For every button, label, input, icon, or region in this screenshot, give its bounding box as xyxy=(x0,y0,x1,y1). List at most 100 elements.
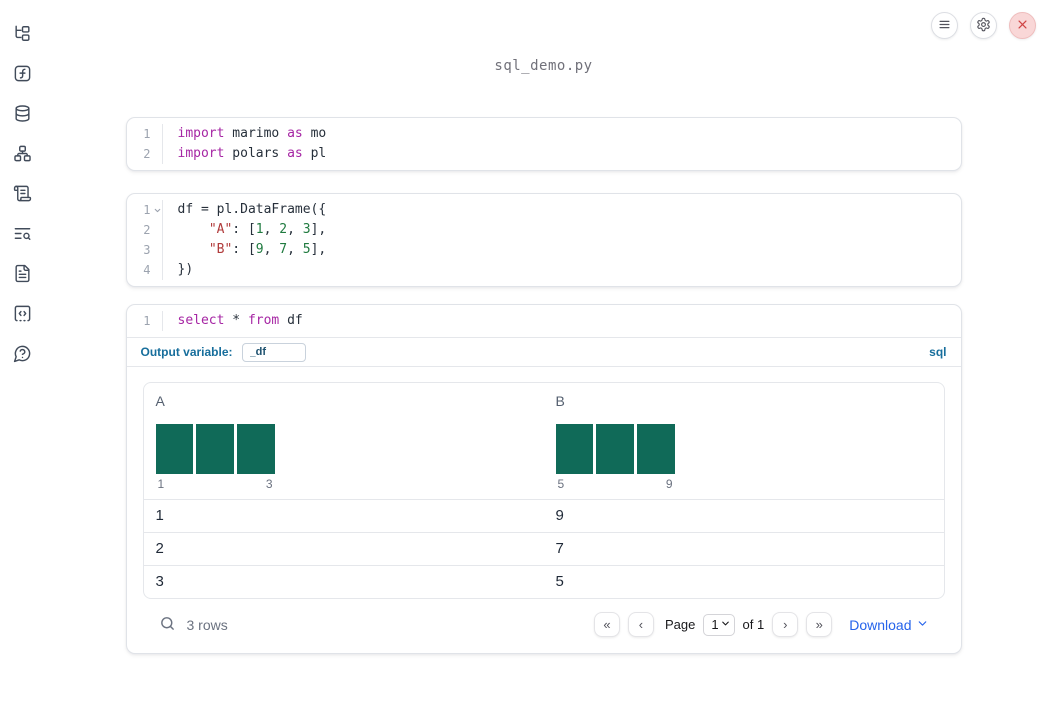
table-row: 19 xyxy=(143,499,944,532)
code-line[interactable]: 1 select * from df xyxy=(127,311,961,331)
sidebar-item-help[interactable] xyxy=(11,344,33,366)
column-name[interactable]: B xyxy=(556,393,565,409)
page-of-label: of 1 xyxy=(742,617,765,632)
file-tree-icon xyxy=(13,24,32,46)
database-icon xyxy=(13,104,32,126)
page-number-value: 1 xyxy=(711,617,719,632)
table-search-button[interactable] xyxy=(159,615,176,635)
table-cell: 9 xyxy=(555,507,564,524)
column-histogram[interactable] xyxy=(155,424,275,474)
line-number: 1 xyxy=(127,124,163,144)
sidebar-item-datasources[interactable] xyxy=(11,104,33,126)
table-cell: 1 xyxy=(155,507,164,524)
cell-dataframe: 1 df = pl.DataFrame({ 2 "A": [1, 2, 3], 3 "… xyxy=(125,193,962,287)
document-icon xyxy=(13,264,32,286)
sidebar-item-documentation[interactable] xyxy=(11,264,33,286)
cell-imports: 1 import marimo as mo 2 import polars as pl xyxy=(125,117,962,171)
table-row: 27 xyxy=(143,532,944,565)
list-search-icon xyxy=(13,224,32,246)
previous-page-button[interactable]: ‹ xyxy=(627,612,654,637)
histogram-bar[interactable] xyxy=(155,424,194,474)
fold-chevron-icon[interactable] xyxy=(153,206,162,215)
code-line[interactable]: 1 import marimo as mo xyxy=(127,124,961,144)
code-text: import marimo as mo xyxy=(177,126,327,141)
table-cell: 3 xyxy=(155,573,164,590)
sql-options-row: Output variable: sql xyxy=(126,338,961,367)
table-body: 192735 xyxy=(143,499,944,598)
last-page-icon: » xyxy=(815,617,823,632)
search-icon xyxy=(159,615,176,635)
table-footer: 3 rows « ‹ Page 1 of 1 › » Download xyxy=(159,599,929,653)
table-cell: 5 xyxy=(555,573,564,590)
sidebar-item-dependency-graph[interactable] xyxy=(11,144,33,166)
column-header: A13 xyxy=(144,383,544,499)
output-variable-label: Output variable: xyxy=(140,345,233,359)
histogram-max-label: 3 xyxy=(265,477,273,491)
histogram-bar[interactable] xyxy=(555,424,594,474)
line-number: 2 xyxy=(127,220,163,240)
sidebar-item-snippets[interactable] xyxy=(11,304,33,326)
menu-icon xyxy=(937,17,952,35)
dataframe-table: A13B59 192735 xyxy=(142,382,945,599)
histogram-bar[interactable] xyxy=(236,424,275,474)
histogram-min-label: 1 xyxy=(157,477,165,491)
code-text: import polars as pl xyxy=(177,146,327,161)
sidebar-item-file-explorer[interactable] xyxy=(11,24,33,46)
settings-button[interactable] xyxy=(970,12,997,39)
download-label: Download xyxy=(849,616,912,633)
output-variable-input[interactable] xyxy=(241,342,306,362)
notebook-menu-button[interactable] xyxy=(931,12,958,39)
sql-code-editor[interactable]: 1 select * from df xyxy=(126,305,961,338)
column-name[interactable]: A xyxy=(156,393,165,409)
function-square-icon xyxy=(13,64,32,86)
table-cell: 2 xyxy=(155,540,164,557)
code-line[interactable]: 2 import polars as pl xyxy=(127,144,961,164)
page-number-select[interactable]: 1 xyxy=(703,613,735,636)
histogram-bar[interactable] xyxy=(636,424,675,474)
sidebar-item-tracebacks[interactable] xyxy=(11,224,33,246)
column-header: B59 xyxy=(544,383,944,499)
code-text: }) xyxy=(177,262,194,277)
next-page-icon: › xyxy=(783,617,788,632)
column-histogram[interactable] xyxy=(555,424,675,474)
notebook-filename[interactable]: sql_demo.py xyxy=(44,56,1043,76)
histogram-max-label: 9 xyxy=(665,477,673,491)
histogram-axis-labels: 59 xyxy=(556,477,675,493)
chevron-down-icon xyxy=(916,617,929,633)
notebook-actions xyxy=(931,12,1036,39)
histogram-bar[interactable] xyxy=(596,424,634,474)
sidebar-item-variables[interactable] xyxy=(11,64,33,86)
help-bubble-icon xyxy=(13,344,32,366)
code-line[interactable]: 4}) xyxy=(127,260,961,280)
first-page-button[interactable]: « xyxy=(593,612,620,637)
chevron-down-icon xyxy=(720,617,731,632)
cell-sql: 1 select * from df Output variable: sql A… xyxy=(125,304,962,654)
notebook-canvas: sql_demo.py 1 import marimo as mo 2 import … xyxy=(44,0,1043,654)
code-line[interactable]: 3 "B": [9, 7, 5], xyxy=(127,240,961,260)
next-page-button[interactable]: › xyxy=(772,612,799,637)
table-cell: 7 xyxy=(555,540,564,557)
sidebar-item-logs[interactable] xyxy=(11,184,33,206)
scroll-logs-icon xyxy=(13,184,32,206)
code-line[interactable]: 2 "A": [1, 2, 3], xyxy=(127,220,961,240)
language-badge[interactable]: sql xyxy=(929,345,946,359)
download-button[interactable]: Download xyxy=(849,617,928,633)
histogram-min-label: 5 xyxy=(557,477,565,491)
sidebar-panel xyxy=(0,0,44,713)
previous-page-icon: ‹ xyxy=(638,617,644,632)
code-text: select * from df xyxy=(177,313,303,328)
close-icon xyxy=(1015,17,1030,35)
settings-gear-icon xyxy=(976,17,991,35)
histogram-axis-labels: 13 xyxy=(156,477,275,493)
code-text: df = pl.DataFrame({ xyxy=(177,202,327,217)
page-label: Page xyxy=(664,617,696,632)
code-editor[interactable]: 1 df = pl.DataFrame({ 2 "A": [1, 2, 3], 3 "… xyxy=(127,194,961,286)
last-page-button[interactable]: » xyxy=(806,612,833,637)
line-number: 1 xyxy=(127,200,163,220)
shutdown-button[interactable] xyxy=(1009,12,1036,39)
histogram-bar[interactable] xyxy=(196,424,234,474)
first-page-icon: « xyxy=(603,617,611,632)
code-editor[interactable]: 1 import marimo as mo 2 import polars as pl xyxy=(127,118,961,170)
line-number: 3 xyxy=(127,240,163,260)
code-line[interactable]: 1 df = pl.DataFrame({ xyxy=(127,200,961,220)
